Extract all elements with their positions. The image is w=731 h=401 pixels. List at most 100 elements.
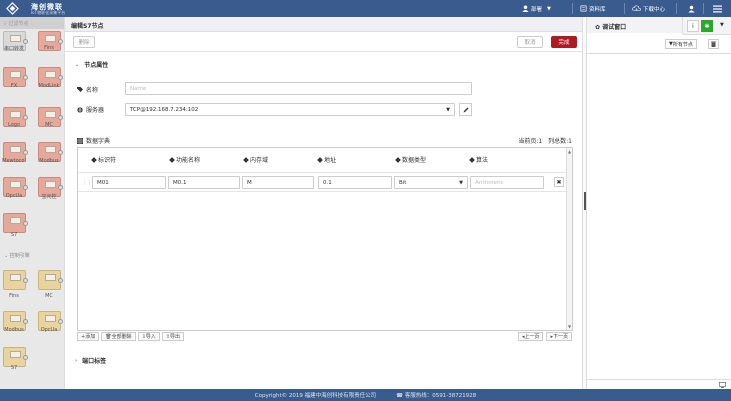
scroll-down-icon[interactable]: ▼ [568, 324, 571, 329]
delete-all-label: 全部删除 [111, 334, 132, 340]
account-button[interactable] [688, 3, 697, 14]
user-menu[interactable]: 部署 ▼ [522, 3, 551, 14]
hamburger-icon [713, 5, 722, 12]
pager: ◂ 上一页 ▸ 下一页 [517, 332, 572, 341]
caret-down-icon: ▼ [459, 180, 463, 186]
server-label-text: 服务器 [86, 107, 105, 114]
top-bar: 海创微联 IoT物联化采集平台 部署 ▼ 资料库 下载中心 [0, 0, 731, 17]
debug-filter-button[interactable]: ▼ 所有节点 [665, 39, 697, 49]
palette-search-placeholder: 过滤节点 [8, 21, 29, 27]
debug-tab-label: 调试窗口 [602, 24, 627, 31]
props-section-header[interactable]: ⌄ 节点属性 [75, 60, 108, 70]
tab-debug[interactable]: ✿ 调试窗口 [587, 17, 683, 35]
clear-debug-button[interactable] [708, 39, 719, 49]
table-row: ⋮⋮ M01 M0.1 M 0.1 Bit ▼ Arithmetic ✖ [78, 172, 572, 192]
palette-node[interactable] [38, 270, 63, 290]
column-label: 数据类型 [402, 157, 427, 164]
datatype-select[interactable]: Bit ▼ [394, 176, 468, 189]
server-label: 服务器 [77, 105, 104, 114]
palette-node-label: Modbus [4, 327, 24, 333]
nav-divider [572, 3, 573, 14]
palette-node-label: ModLink [38, 83, 60, 89]
drag-handle-icon[interactable]: ⋮⋮ [82, 180, 92, 186]
port-title: 端口标签 [82, 358, 107, 365]
server-value: TCP@192.168.7.234:102 [130, 107, 199, 113]
person-icon [688, 5, 695, 12]
name-label-text: 名称 [86, 87, 99, 94]
add-row-button[interactable]: + 添加 [77, 332, 100, 341]
port-section-header[interactable]: › 端口标签 [75, 356, 107, 366]
export-button[interactable]: ⇧ 导出 [161, 332, 185, 341]
column-header: 数据类型 [395, 155, 427, 164]
server-select[interactable]: TCP@192.168.7.234:102 ▼ [125, 103, 455, 116]
cloud-download-icon [632, 5, 641, 12]
delete-all-button[interactable]: 🗑 全部删除 [101, 332, 136, 341]
caret-down-icon: ▼ [446, 107, 450, 113]
memory-input[interactable]: M [242, 176, 314, 189]
column-label: 算法 [476, 157, 489, 164]
splitter-grip[interactable] [584, 192, 586, 210]
column-header: 标识符 [91, 155, 117, 164]
brand-logo[interactable] [6, 2, 26, 15]
remove-row-button[interactable]: ✖ [554, 177, 564, 187]
tag-icon [395, 156, 401, 163]
name-input[interactable]: Name [125, 82, 472, 95]
palette-node-label: FX [10, 83, 18, 89]
scroll-up-icon[interactable]: ▲ [568, 149, 571, 154]
palette-node-label: Fins [44, 45, 54, 51]
prev-page-label: 上一页 [524, 334, 540, 340]
column-header: 地址 [317, 155, 337, 164]
info-button[interactable]: i [687, 20, 699, 32]
import-button[interactable]: ⇩ 导入 [137, 332, 160, 341]
import-label: 导入 [145, 334, 156, 340]
monitor-icon[interactable] [719, 382, 726, 388]
nav-resources[interactable]: 资料库 [580, 3, 606, 14]
palette-node-label: Logo [8, 122, 20, 128]
debug-messages[interactable] [587, 53, 731, 379]
delete-button[interactable]: 删除 [73, 36, 95, 48]
prev-page-button[interactable]: ◂ 上一页 [517, 332, 544, 341]
chevron-down-icon[interactable]: ▼ [720, 22, 724, 28]
cancel-button[interactable]: 取消 [517, 36, 543, 48]
add-row-label: 添加 [85, 334, 96, 340]
user-icon [522, 5, 529, 12]
palette-node[interactable] [3, 347, 28, 367]
name-label: 名称 [77, 85, 98, 94]
dict-meta: 当前页:1 列总数:1 [518, 136, 572, 145]
palette-section-title[interactable]: ⌄ 控制引擎 [4, 252, 30, 259]
grid-scrollbar[interactable]: ▲ ▼ [566, 148, 572, 330]
next-page-button[interactable]: ▸ 下一页 [546, 332, 572, 341]
nav-divider [676, 3, 677, 14]
main-menu-button[interactable] [713, 3, 724, 14]
brand-subtitle: IoT物联化采集平台 [31, 10, 66, 15]
debug-toggle-button[interactable]: ✱ [701, 20, 713, 32]
function-input[interactable]: M0.1 [168, 176, 240, 189]
identifier-input[interactable]: M01 [92, 176, 166, 189]
palette-node-label: MC [45, 122, 53, 128]
editor-toolbar: 删除 取消 完成 [65, 32, 582, 52]
address-input[interactable]: 0.1 [318, 176, 392, 189]
column-label: 功能名称 [176, 157, 201, 164]
tag-icon [243, 156, 249, 163]
page-footer: Copyright© 2019 福建中海创科技有限责任公司 ☎ 客服热线：059… [0, 389, 731, 401]
edit-server-button[interactable] [459, 103, 472, 116]
dict-title: 数据字典 [77, 136, 110, 145]
palette-node[interactable] [3, 270, 28, 290]
palette-node[interactable] [3, 213, 28, 233]
tag-icon [317, 156, 323, 163]
chevron-right-icon: › [75, 357, 78, 364]
palette-search[interactable]: ⌕ 过滤节点 [0, 17, 64, 29]
column-label: 标识符 [98, 157, 117, 164]
data-dictionary-grid: 标识符 功能名称 内存域 地址 数据类型 算法 ⋮⋮ M01 M0.1 M 0.… [77, 147, 573, 331]
column-header: 内存域 [243, 155, 268, 164]
column-label: 地址 [324, 157, 337, 164]
export-label: 导出 [170, 334, 181, 340]
nav-download[interactable]: 下载中心 [632, 3, 665, 14]
datatype-value: Bit [399, 180, 407, 186]
nav-resources-label: 资料库 [589, 6, 606, 13]
pencil-icon [463, 107, 468, 112]
done-button[interactable]: 完成 [551, 36, 577, 48]
algorithm-input[interactable]: Arithmetic [470, 176, 544, 189]
globe-icon [77, 106, 83, 113]
book-icon [580, 5, 587, 12]
